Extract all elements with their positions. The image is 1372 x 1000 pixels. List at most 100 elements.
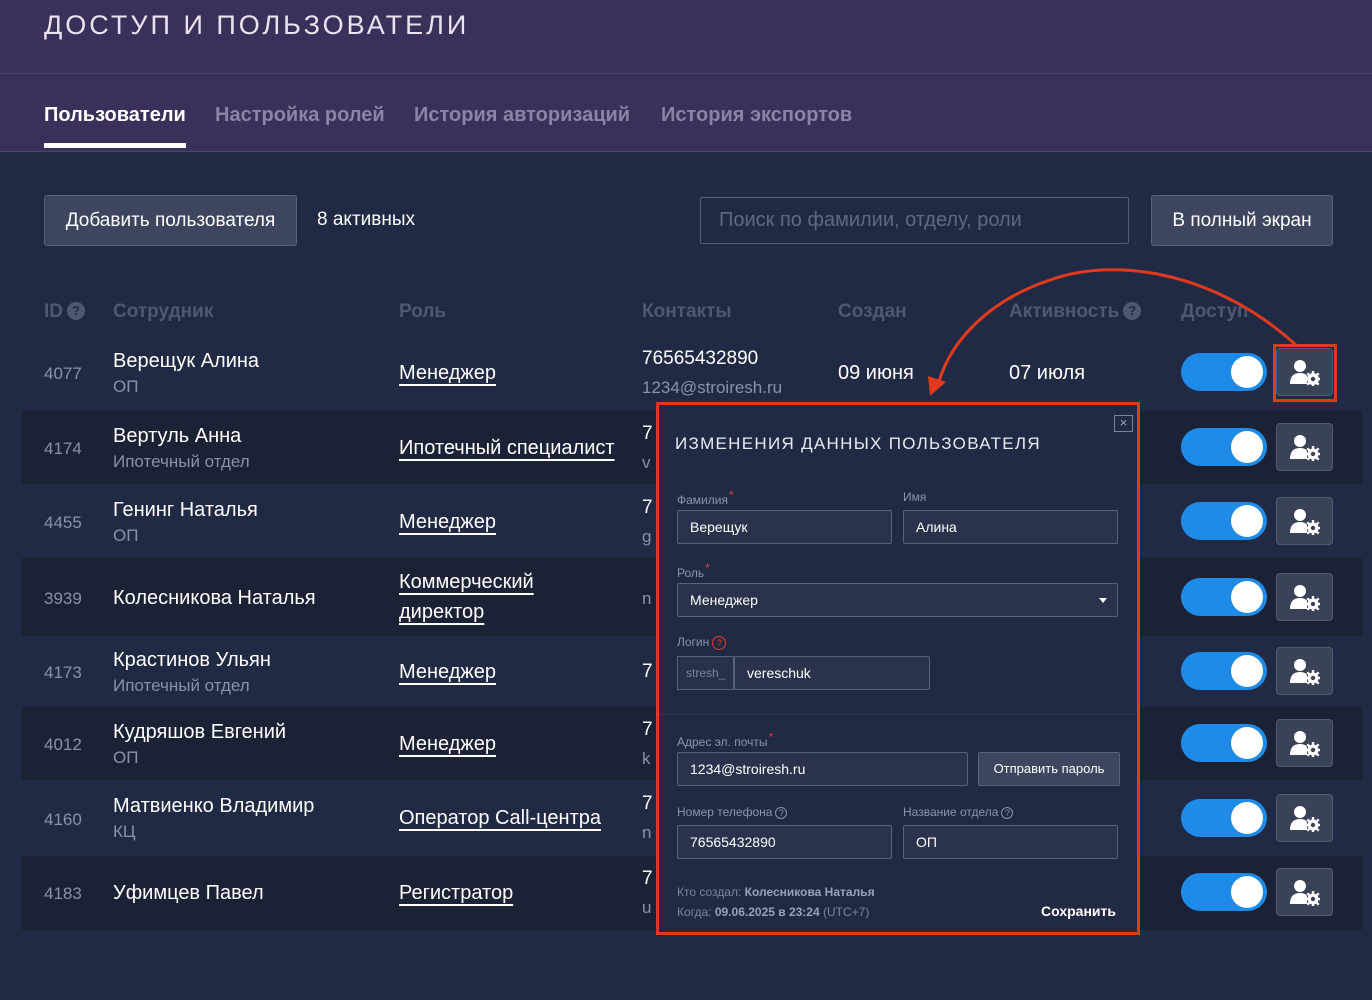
tab-export-history[interactable]: История экспортов [661,104,852,127]
first-name-label: Имя [903,490,927,504]
help-icon[interactable]: ? [1123,302,1142,320]
user-phone: 7 [642,719,653,740]
user-settings-button[interactable] [1276,497,1333,545]
access-toggle[interactable] [1181,873,1267,911]
access-toggle[interactable] [1181,428,1267,466]
access-toggle[interactable] [1181,724,1267,762]
user-activity-date: 07 июля [1009,362,1086,384]
user-phone: 7 [642,423,653,444]
access-toggle[interactable] [1181,502,1267,540]
column-header-created: Создан [838,301,907,322]
user-settings-button[interactable] [1276,719,1333,767]
user-id: 3939 [44,589,82,608]
toggle-knob [1231,356,1263,388]
user-settings-button[interactable] [1276,348,1333,396]
tab-users[interactable]: Пользователи [44,104,186,148]
help-icon[interactable]: ? [712,636,727,650]
role-select[interactable]: Менеджер [677,583,1118,617]
created-when-info: Когда: 09.06.2025 в 23:24 (UTC+7) [677,905,870,919]
help-icon[interactable]: ? [1001,807,1014,819]
toggle-knob [1231,431,1263,463]
user-email: k [642,749,651,768]
column-header-id: ID? [44,301,85,323]
user-name: Кудряшов Евгений [113,721,287,743]
first-name-field[interactable]: Алина [903,510,1118,544]
user-gear-icon [1290,806,1320,832]
login-label: Логин? [677,635,727,650]
save-button[interactable]: Сохранить [1041,903,1116,919]
page-header: ДОСТУП И ПОЛЬЗОВАТЕЛИ Пользователи Настр… [0,0,1372,152]
user-role-link[interactable]: Оператор Call-центра [399,807,601,830]
access-toggle[interactable] [1181,652,1267,690]
required-mark: * [768,730,774,744]
user-phone: 76565432890 [642,348,759,369]
help-icon[interactable]: ? [67,302,85,320]
user-role-link[interactable]: Ипотечный специалист [399,437,615,460]
user-role-link[interactable]: Менеджер [399,511,496,534]
user-dept: ОП [113,748,139,767]
column-header-access: Доступ [1181,301,1249,322]
user-phone: 7 [642,868,653,889]
created-by-info: Кто создал: Колесникова Наталья [677,885,875,899]
chevron-down-icon [1099,598,1107,603]
search-input[interactable] [700,197,1129,244]
user-name: Уфимцев Павел [113,882,264,904]
user-name: Колесникова Наталья [113,587,316,609]
role-label: Роль* [677,561,710,580]
active-count: 8 активных [317,209,415,230]
user-settings-button[interactable] [1276,794,1333,842]
user-dept: Ипотечный отдел [113,676,250,695]
modal-divider [659,714,1137,715]
phone-label: Номер телефона? [677,805,788,819]
user-settings-button[interactable] [1276,647,1333,695]
user-id: 4183 [44,884,82,903]
user-settings-button[interactable] [1276,423,1333,471]
user-role-link[interactable]: Менеджер [399,733,496,756]
user-email: g [642,527,652,546]
page-title: ДОСТУП И ПОЛЬЗОВАТЕЛИ [44,10,470,40]
fullscreen-button[interactable]: В полный экран [1151,195,1333,246]
user-settings-button[interactable] [1276,573,1333,621]
column-header-role: Роль [399,301,447,322]
user-name: Крастинов Ульян [113,649,271,671]
login-prefix: stresh_ [677,656,734,690]
last-name-field[interactable]: Верещук [677,510,892,544]
user-email: u [642,898,652,917]
user-email: 1234@stroiresh.ru [642,378,783,397]
login-field[interactable]: vereschuk [734,656,930,690]
add-user-button[interactable]: Добавить пользователя [44,195,297,246]
user-id: 4160 [44,810,82,829]
access-toggle[interactable] [1181,799,1267,837]
toggle-knob [1231,727,1263,759]
user-id: 4173 [44,663,82,682]
help-icon[interactable]: ? [775,807,788,819]
tab-role-settings[interactable]: Настройка ролей [215,104,385,127]
header-divider [0,73,1372,74]
toggle-knob [1231,655,1263,687]
user-role-link-line2[interactable]: директор [399,601,484,624]
access-toggle[interactable] [1181,353,1267,391]
user-name: Генинг Наталья [113,499,258,521]
phone-field[interactable]: 76565432890 [677,825,892,859]
user-role-link[interactable]: Регистратор [399,882,513,905]
user-dept: Ипотечный отдел [113,452,250,471]
access-toggle[interactable] [1181,578,1267,616]
toggle-knob [1231,802,1263,834]
user-email: n [642,823,652,842]
dept-field[interactable]: ОП [903,825,1118,859]
user-gear-icon [1290,509,1320,535]
email-field[interactable]: 1234@stroiresh.ru [677,752,968,786]
user-name: Верещук Алина [113,350,260,372]
user-role-link[interactable]: Коммерческий [399,571,534,594]
user-role-link[interactable]: Менеджер [399,661,496,684]
user-role-link[interactable]: Менеджер [399,362,496,385]
user-email: n [642,589,652,608]
user-id: 4174 [44,439,82,458]
user-created-date: 09 июня [838,362,914,384]
tab-auth-history[interactable]: История авторизаций [414,104,630,127]
user-settings-button[interactable] [1276,868,1333,916]
send-password-button[interactable]: Отправить пароль [978,752,1120,786]
close-icon[interactable]: × [1114,415,1133,432]
user-phone: 7 [642,497,653,518]
user-dept: ОП [113,526,139,545]
